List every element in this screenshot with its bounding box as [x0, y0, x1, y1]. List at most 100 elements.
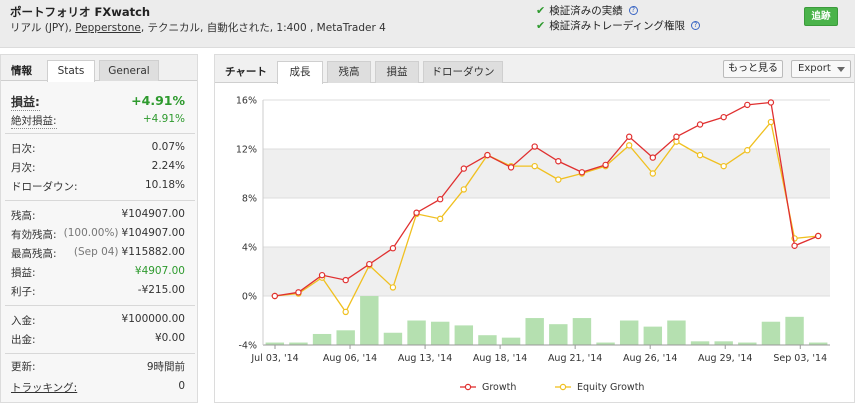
data-point: [720, 113, 727, 121]
data-point: [649, 170, 657, 177]
x-tick-label: Aug 21, '14: [548, 353, 602, 364]
abs-gain-label[interactable]: 絶対損益:: [11, 113, 57, 129]
highest-label: 最高残高:: [11, 248, 57, 260]
withdrawals-row: 出金: ¥0.00: [11, 332, 185, 348]
x-tick-label: Aug 13, '14: [398, 353, 452, 364]
balance-row: 残高: ¥104907.00: [11, 208, 185, 224]
stats-tab-bar: 情報 Stats General: [1, 55, 197, 82]
help-icon[interactable]: ?: [690, 21, 700, 30]
verified-trading-label: 検証済みトレーディング権限: [549, 20, 685, 32]
deposits-row: 入金: ¥100000.00: [11, 313, 185, 329]
chevron-down-icon: [837, 67, 845, 72]
volume-bar: [572, 318, 592, 345]
profit-row: 損益: ¥4907.00: [11, 265, 185, 281]
tab-profit[interactable]: 損益: [375, 61, 419, 83]
data-point: [696, 151, 704, 159]
subtitle-suffix: , テクニカル, 自動化された, 1:400 , MetaTrader 4: [140, 22, 386, 34]
monthly-row: 月次: 2.24%: [11, 160, 185, 176]
highest-amount: ¥115882.00: [121, 246, 185, 258]
x-tick-label: Aug 29, '14: [698, 353, 752, 364]
volume-bar: [501, 337, 521, 345]
tab-drawdown[interactable]: ドローダウン: [423, 61, 503, 83]
data-point: [767, 99, 775, 106]
data-point: [436, 215, 444, 223]
chart-legend: Growth Equity Growth: [460, 382, 644, 393]
data-point: [460, 165, 468, 172]
data-point: [271, 292, 279, 300]
profit-label: 損益:: [11, 267, 36, 279]
tracking-link[interactable]: トラッキング:: [11, 380, 77, 395]
volume-bar: [407, 320, 426, 345]
withdrawals-label: 出金:: [11, 334, 36, 346]
stats-panel: 情報 Stats General 損益: +4.91% 絶対損益: +4.91%…: [0, 54, 198, 403]
balance-label: 残高:: [11, 210, 36, 222]
legend-label[interactable]: Equity Growth: [577, 382, 644, 393]
help-icon[interactable]: ?: [628, 6, 638, 15]
data-point: [696, 121, 704, 128]
divider: [5, 200, 195, 201]
growth-chart: 16% 12% 8% 4% 0% -4% Jul 03, '14 Aug 06, '14 Au…: [236, 96, 830, 393]
follow-button[interactable]: 追跡: [804, 7, 838, 26]
updated-value: 9時間前: [146, 361, 185, 373]
x-tick-label: Jul 03, '14: [250, 353, 298, 364]
tracking-row: トラッキング: 0: [11, 380, 185, 396]
volume-bar: [785, 316, 804, 345]
info-section-label: 情報: [11, 65, 32, 77]
withdrawals-value: ¥0.00: [154, 332, 185, 344]
check-icon: ✔: [536, 19, 546, 32]
data-point: [555, 176, 562, 183]
equity-value: (100.00%) ¥104907.00: [64, 227, 185, 239]
divider: [5, 133, 195, 134]
export-label: Export: [798, 63, 831, 74]
gain-value: +4.91%: [131, 93, 185, 108]
chart-band: [263, 198, 830, 247]
drawdown-value: 10.18%: [144, 179, 185, 191]
gain-row: 損益: +4.91%: [11, 93, 185, 111]
data-point: [460, 186, 468, 193]
verified-track-record: ✔ 検証済みの実績 ?: [536, 3, 638, 18]
y-tick-label: 4%: [242, 243, 257, 254]
data-point: [413, 209, 420, 216]
tab-balance[interactable]: 残高: [327, 61, 371, 83]
y-tick-label: 16%: [236, 96, 257, 107]
verified-trading-privileges: ✔ 検証済みトレーディング権限 ?: [536, 18, 700, 33]
deposits-value: ¥100000.00: [121, 313, 185, 325]
data-point: [389, 245, 397, 252]
data-point: [625, 142, 633, 149]
check-icon: ✔: [536, 4, 546, 17]
tab-stats[interactable]: Stats: [47, 60, 95, 82]
volume-bar: [478, 335, 497, 345]
drawdown-row: ドローダウン: 10.18%: [11, 179, 185, 195]
chart-tab-bar: チャート 成長 残高 損益 ドローダウン もっと見る Export: [215, 55, 854, 84]
equity-row: 有効残高: (100.00%) ¥104907.00: [11, 227, 185, 243]
gain-label[interactable]: 損益:: [11, 93, 40, 111]
daily-value: 0.07%: [151, 141, 185, 153]
more-button[interactable]: もっと見る: [723, 60, 783, 78]
account-subtitle: リアル (JPY), Pepperstone, テクニカル, 自動化された, 1…: [10, 20, 386, 35]
data-point: [720, 162, 727, 170]
abs-gain-value: +4.91%: [142, 113, 185, 125]
y-tick-label: -4%: [239, 341, 258, 352]
legend-label[interactable]: Growth: [482, 382, 516, 393]
legend-swatch-marker: [559, 383, 567, 391]
tab-general[interactable]: General: [99, 60, 159, 81]
data-point: [649, 154, 657, 161]
data-point: [436, 196, 444, 203]
monthly-value: 2.24%: [151, 160, 185, 172]
broker-link[interactable]: Pepperstone: [75, 22, 141, 34]
export-dropdown[interactable]: Export: [791, 60, 851, 78]
drawdown-label: ドローダウン:: [11, 181, 78, 193]
data-point: [342, 308, 349, 316]
header: ポートフォリオ FXwatch リアル (JPY), Pepperstone, …: [0, 0, 855, 48]
x-tick-label: Aug 06, '14: [323, 353, 377, 364]
interest-label: 利子:: [11, 286, 36, 298]
y-tick-label: 8%: [242, 194, 257, 205]
updated-label: 更新:: [11, 361, 36, 373]
y-tick-label: 12%: [236, 145, 257, 156]
data-point: [366, 260, 373, 268]
interest-row: 利子: -¥215.00: [11, 284, 185, 300]
tab-growth[interactable]: 成長: [277, 61, 323, 84]
data-point: [673, 133, 680, 140]
volume-bar: [667, 320, 686, 345]
data-point: [507, 164, 515, 171]
